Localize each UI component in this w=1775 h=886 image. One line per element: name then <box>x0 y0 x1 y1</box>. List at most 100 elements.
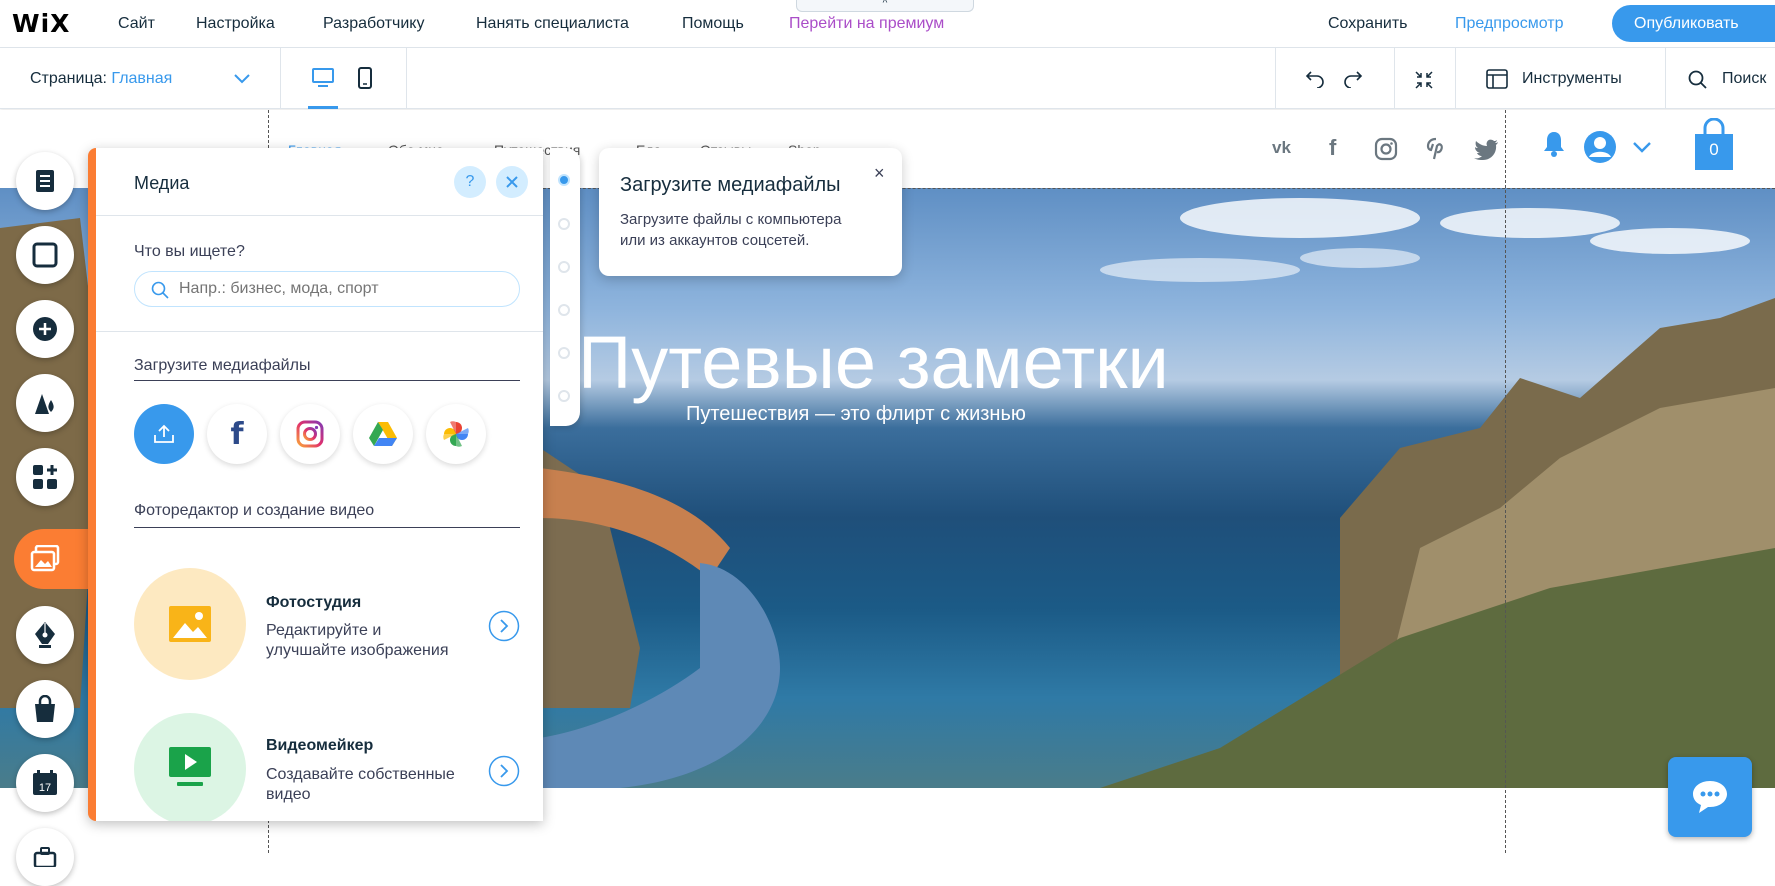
media-button[interactable] <box>16 530 74 588</box>
search-button[interactable]: Поиск <box>1722 70 1766 88</box>
page-selector[interactable]: Страница: Главная <box>30 70 172 88</box>
step-dot[interactable] <box>558 218 570 230</box>
pages-button[interactable] <box>16 152 74 210</box>
tooltip-text-line2: или из аккаунтов соцсетей. <box>620 232 810 249</box>
hero-title[interactable]: Путевые заметки <box>578 320 1169 405</box>
step-dot[interactable] <box>558 261 570 273</box>
menu-site[interactable]: Сайт <box>118 0 155 48</box>
facebook-icon[interactable]: f <box>1329 135 1336 161</box>
search-icon <box>151 281 169 299</box>
tools-icon[interactable] <box>1486 69 1508 89</box>
menu-hire[interactable]: Нанять специалиста <box>476 0 629 48</box>
menu-developer[interactable]: Разработчику <box>323 0 424 48</box>
twitter-icon[interactable] <box>1473 139 1499 160</box>
google-drive-icon <box>369 422 397 446</box>
cart-count: 0 <box>1709 140 1719 159</box>
pull-tab-chevron-icon[interactable]: ^ <box>796 0 974 12</box>
search-icon[interactable] <box>1688 70 1708 90</box>
chat-icon <box>1693 781 1727 813</box>
search-label: Что вы ищете? <box>134 243 245 260</box>
chevron-right-icon[interactable] <box>488 755 520 787</box>
upload-heading: Загрузите медиафайлы <box>134 357 311 374</box>
facebook-icon: f <box>230 416 244 452</box>
help-button[interactable]: ? <box>454 166 486 198</box>
google-photos-icon <box>443 421 469 447</box>
upload-google-photos-button[interactable] <box>426 404 486 464</box>
blog-button[interactable] <box>16 606 74 664</box>
menu-help[interactable]: Помощь <box>682 0 744 48</box>
close-icon <box>506 176 518 188</box>
close-button[interactable] <box>496 166 528 198</box>
onboarding-steps <box>550 148 580 426</box>
more-button[interactable] <box>16 828 74 886</box>
step-dot[interactable] <box>558 304 570 316</box>
vk-icon[interactable]: vk <box>1272 138 1291 158</box>
media-panel: Медиа ? Что вы ищете? Загрузите медиафай… <box>88 148 543 821</box>
image-icon <box>169 606 211 642</box>
photostudio-item[interactable]: Фотостудия Редактируйте и улучшайте изоб… <box>134 568 543 684</box>
page-label: Страница: <box>30 70 107 87</box>
zoom-out-icon[interactable] <box>1414 70 1434 90</box>
upload-instagram-button[interactable] <box>280 404 340 464</box>
briefcase-icon <box>33 847 57 867</box>
instagram-icon <box>296 420 324 448</box>
apps-button[interactable] <box>16 448 74 506</box>
photostudio-desc-line2: улучшайте изображения <box>266 642 449 659</box>
step-dot[interactable] <box>558 347 570 359</box>
videomaker-desc-line2: видео <box>266 786 311 803</box>
step-dot[interactable] <box>558 390 570 402</box>
avatar[interactable] <box>1583 130 1617 164</box>
add-icon <box>33 317 57 341</box>
theme-icon <box>35 394 54 414</box>
arm-image <box>540 468 780 788</box>
wix-logo[interactable]: WiX <box>12 9 70 38</box>
instagram-icon[interactable] <box>1374 137 1398 161</box>
preview-button[interactable]: Предпросмотр <box>1455 0 1564 48</box>
redo-icon[interactable] <box>1343 70 1363 88</box>
editor-heading: Фоторедактор и создание видео <box>134 502 375 519</box>
pinterest-icon[interactable] <box>1425 137 1447 161</box>
photostudio-title: Фотостудия <box>266 594 362 611</box>
background-button[interactable] <box>16 226 74 284</box>
tools-button[interactable]: Инструменты <box>1522 70 1622 88</box>
videomaker-item[interactable]: Видеомейкер Создавайте собственные видео <box>134 713 543 821</box>
upload-icon <box>154 424 174 443</box>
editor-top-bar: WiX Сайт Настройка Разработчику Нанять с… <box>0 0 1775 48</box>
bookings-icon: 17 <box>33 770 57 795</box>
desktop-active-indicator <box>308 106 338 109</box>
chevron-down-icon[interactable] <box>234 74 250 84</box>
publish-button[interactable]: Опубликовать <box>1612 5 1775 42</box>
chevron-right-icon[interactable] <box>488 610 520 642</box>
step-dot-active[interactable] <box>558 174 570 186</box>
cliff-image <box>1100 298 1775 788</box>
hero-subtitle[interactable]: Путешествия — это флирт с жизнью <box>686 403 1026 426</box>
media-icon <box>30 545 60 572</box>
photostudio-desc-line1: Редактируйте и <box>266 622 382 639</box>
desktop-view-icon[interactable] <box>312 68 334 88</box>
store-button[interactable] <box>16 680 74 738</box>
menu-settings[interactable]: Настройка <box>196 0 275 48</box>
upload-computer-button[interactable] <box>134 404 194 464</box>
tooltip-text-line1: Загрузите файлы с компьютера <box>620 211 842 228</box>
undo-icon[interactable] <box>1305 70 1325 88</box>
videomaker-title: Видеомейкер <box>266 737 374 754</box>
save-button[interactable]: Сохранить <box>1328 0 1408 48</box>
chevron-down-icon[interactable] <box>1633 142 1651 153</box>
bookings-button[interactable]: 17 <box>16 754 74 812</box>
background-icon <box>32 242 58 268</box>
panel-title: Медиа <box>134 173 190 193</box>
theme-button[interactable] <box>16 374 74 432</box>
upload-facebook-button[interactable]: f <box>207 404 267 464</box>
tooltip-title: Загрузите медиафайлы <box>620 174 841 196</box>
editor-secondary-bar: Страница: Главная Инструменты Поиск <box>0 48 1775 109</box>
chat-button[interactable] <box>1668 757 1752 837</box>
store-icon <box>35 695 55 722</box>
media-search-field[interactable] <box>134 271 520 307</box>
mobile-view-icon[interactable] <box>358 67 372 89</box>
media-search-input[interactable] <box>179 278 499 300</box>
bell-icon[interactable] <box>1542 130 1566 158</box>
videomaker-desc-line1: Создавайте собственные <box>266 766 455 783</box>
add-button[interactable] <box>16 300 74 358</box>
tooltip-close-button[interactable]: × <box>874 163 885 184</box>
upload-google-drive-button[interactable] <box>353 404 413 464</box>
